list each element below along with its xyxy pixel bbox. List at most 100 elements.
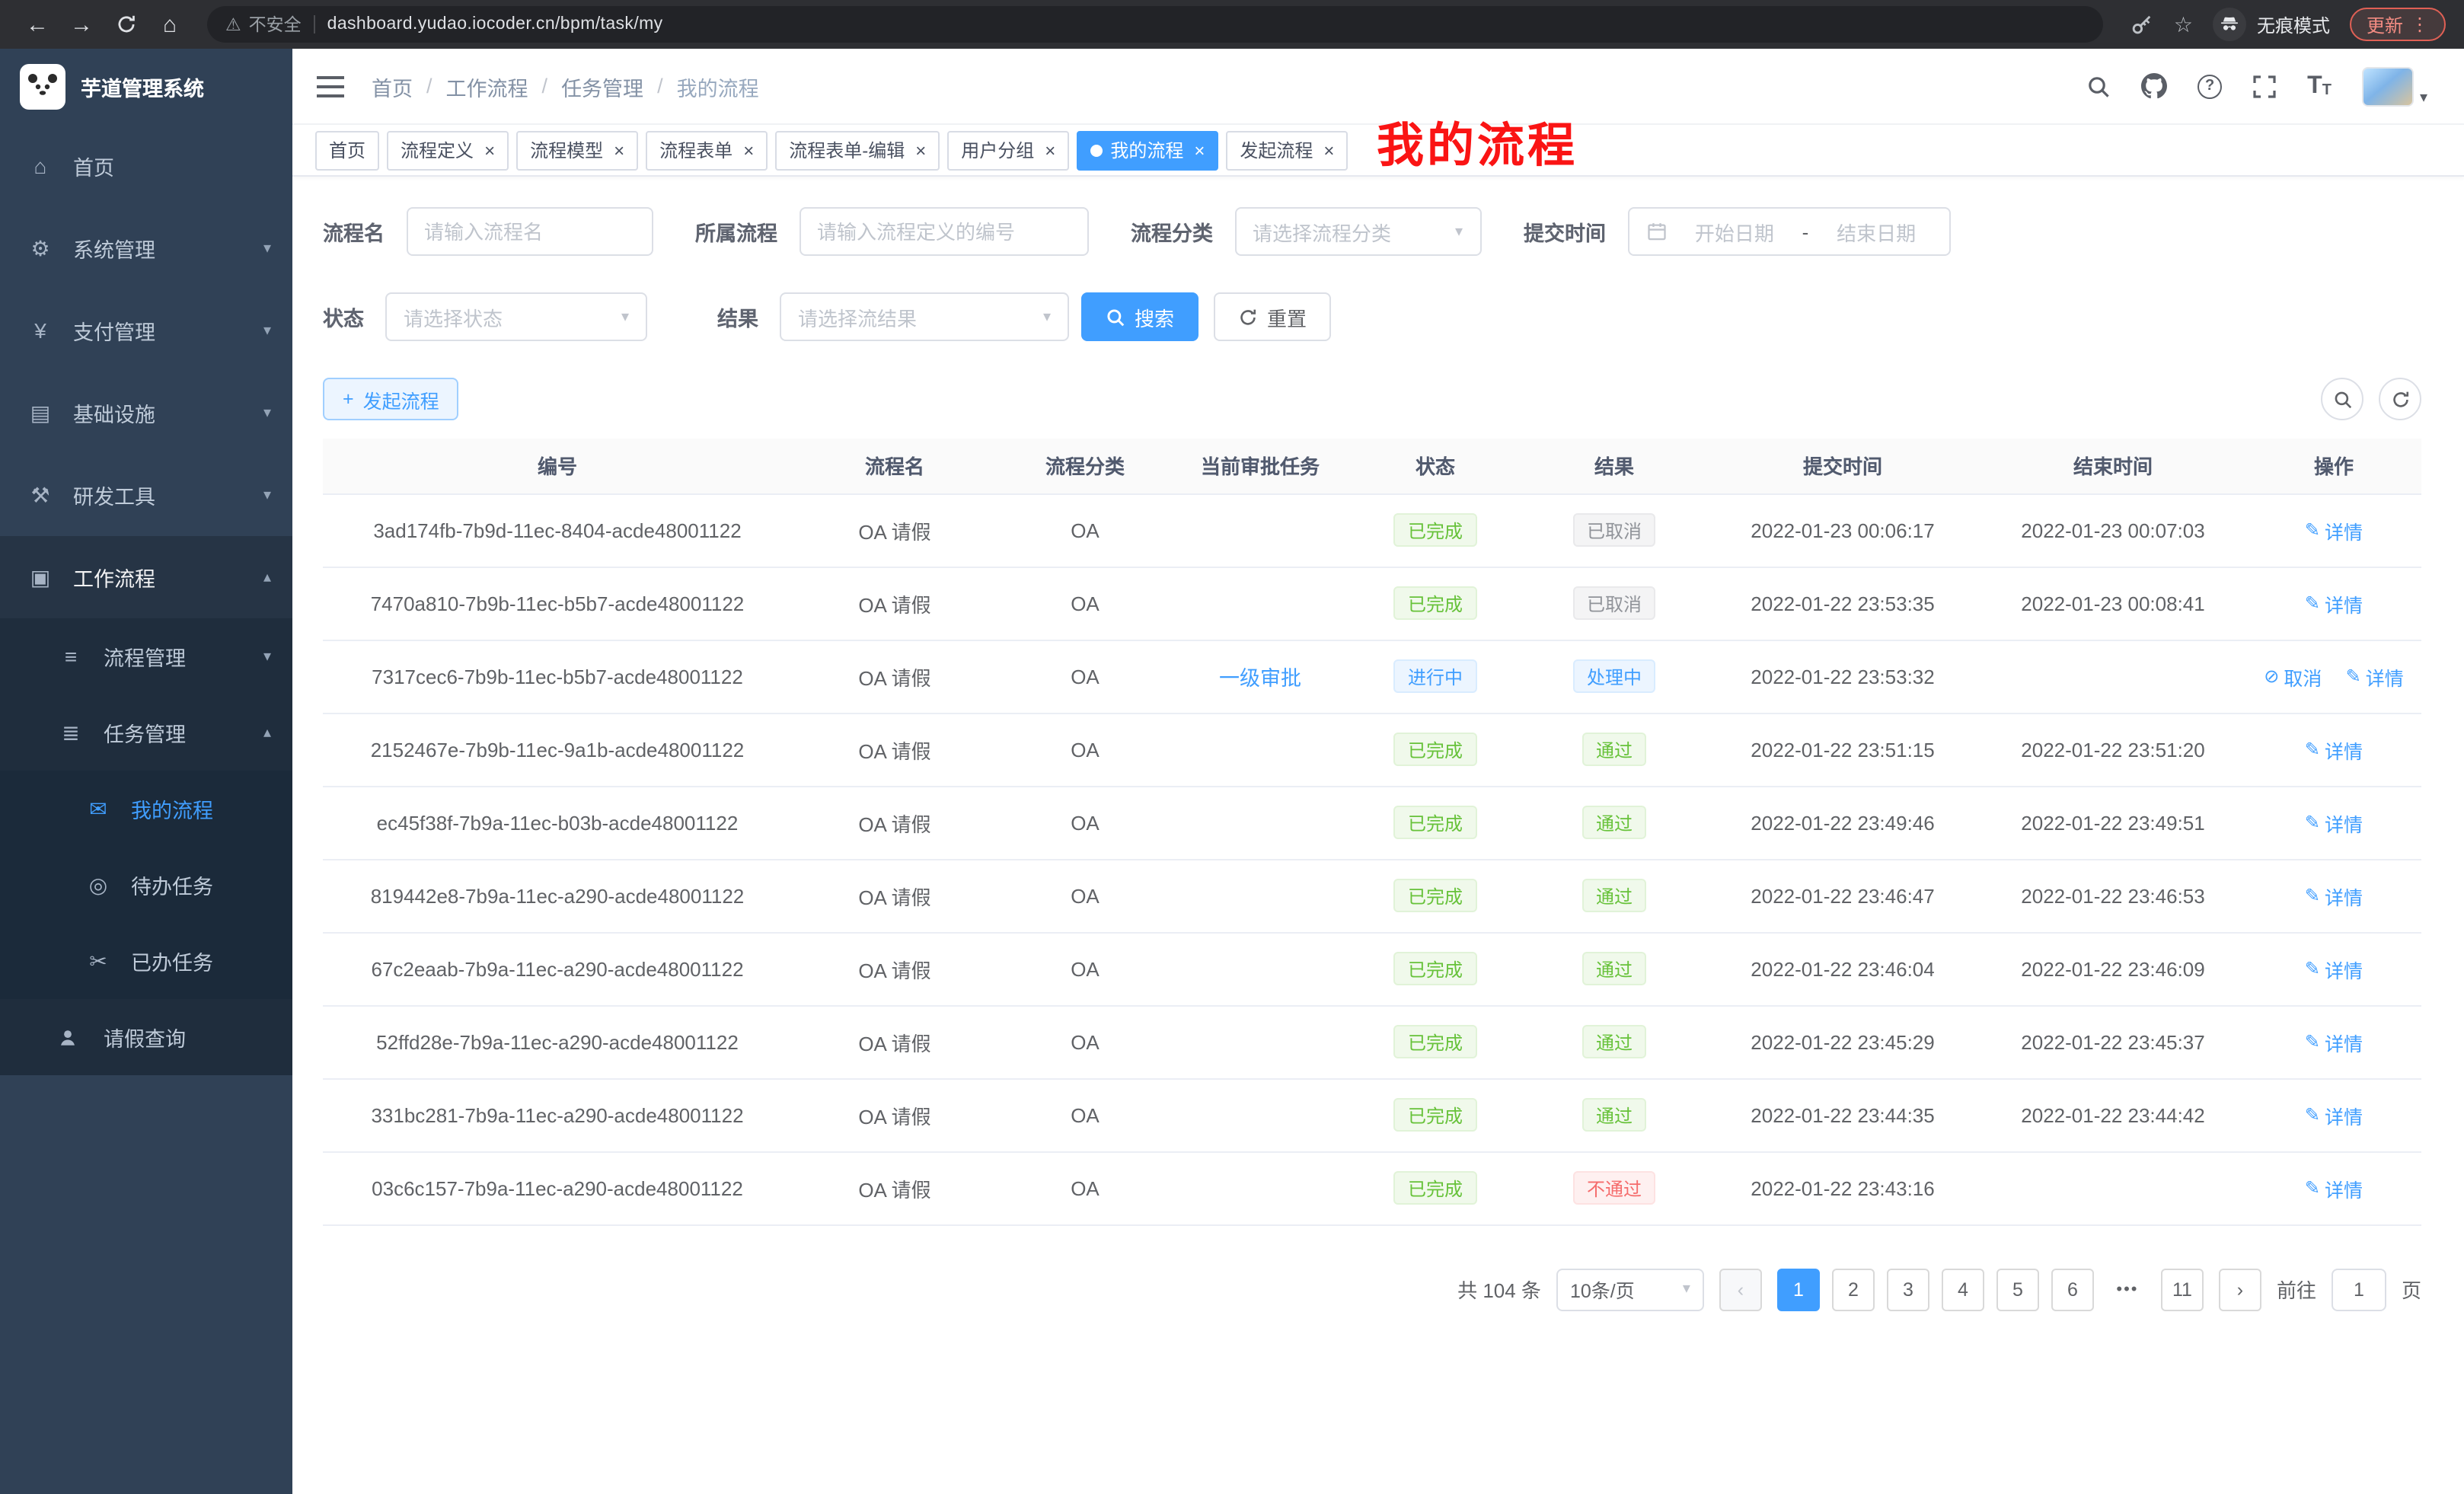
refresh-table-button[interactable]	[2379, 378, 2421, 420]
incognito-label: 无痕模式	[2257, 11, 2330, 37]
status-tag: 已完成	[1394, 1171, 1476, 1205]
det​ail-link[interactable]: ✎ 详情	[2305, 589, 2363, 618]
browser-back-button[interactable]: ←	[18, 5, 56, 43]
status-tag: 已完成	[1394, 1025, 1476, 1058]
sidebar-item-devtools[interactable]: ⚒ 研发工具 ▾	[0, 454, 292, 536]
browser-reload-button[interactable]	[107, 5, 145, 43]
sidebar-item-my-process[interactable]: ✉ 我的流程	[0, 771, 292, 847]
tab-close-icon[interactable]: ×	[614, 141, 624, 159]
logo-panda-icon	[20, 64, 65, 110]
page-number-button[interactable]: 2	[1832, 1268, 1875, 1310]
view-tab[interactable]: 用户分组 ×	[947, 130, 1069, 170]
view-tab[interactable]: 发起流程 ×	[1226, 130, 1348, 170]
browser-update-button[interactable]: 更新 ⋮	[2350, 8, 2446, 41]
page-size-select[interactable]: 10条/页 ▾	[1556, 1268, 1704, 1310]
breadcrumb-item[interactable]: 首页	[372, 71, 413, 101]
password-key-icon[interactable]	[2131, 13, 2154, 36]
process-name-input[interactable]	[424, 220, 634, 243]
sidebar-collapse-icon[interactable]	[317, 75, 344, 97]
cell-id: 7317cec6-7b9b-11ec-b5b7-acde48001122	[323, 640, 792, 713]
next-page-button[interactable]: ›	[2219, 1268, 2261, 1310]
sidebar-item-payment[interactable]: ¥ 支付管理 ▾	[0, 289, 292, 372]
result-tag: 通过	[1582, 952, 1646, 985]
view-tab[interactable]: 流程模型 ×	[516, 130, 638, 170]
tab-close-icon[interactable]: ×	[1045, 141, 1055, 159]
annotation-overlay-title: 我的流程	[1377, 107, 1578, 175]
sidebar-item-system[interactable]: ⚙ 系统管理 ▾	[0, 207, 292, 289]
browser-forward-button[interactable]: →	[62, 5, 101, 43]
view-tab[interactable]: 流程表单-编辑 ×	[775, 130, 940, 170]
sidebar-item-home[interactable]: ⌂ 首页	[0, 125, 292, 207]
search-icon[interactable]	[2086, 74, 2111, 98]
page-number-button[interactable]: 1	[1777, 1268, 1820, 1310]
search-button[interactable]: 搜索	[1081, 292, 1198, 341]
process-def-input[interactable]	[817, 220, 1070, 243]
filter-label-result: 结果	[717, 302, 758, 332]
browser-home-button[interactable]: ⌂	[151, 5, 189, 43]
tab-close-icon[interactable]: ×	[1194, 141, 1205, 159]
tab-close-icon[interactable]: ×	[915, 141, 926, 159]
font-size-icon[interactable]: TT	[2307, 74, 2332, 98]
user-avatar-menu[interactable]: ▾	[2362, 66, 2427, 106]
result-tag: 通过	[1582, 733, 1646, 766]
view-tab[interactable]: 我的流程 ×	[1077, 130, 1218, 170]
submit-time-range-picker[interactable]: 开始日期 - 结束日期	[1627, 207, 1950, 256]
result-tag: 处理中	[1573, 659, 1655, 693]
filter-label-category: 流程分类	[1131, 216, 1213, 247]
page-number-button[interactable]: •••	[2106, 1268, 2149, 1310]
address-bar[interactable]: ⚠ 不安全 dashboard.yudao.iocoder.cn/bpm/tas…	[207, 6, 2104, 43]
det​ail-link[interactable]: ✎ 详情	[2305, 1173, 2363, 1202]
breadcrumb-item[interactable]: 工作流程	[446, 71, 528, 101]
fullscreen-icon[interactable]	[2252, 74, 2277, 98]
cell-task	[1173, 1005, 1348, 1078]
sidebar-item-done-tasks[interactable]: ✂ 已办任务	[0, 923, 292, 999]
det​ail-link[interactable]: ✎ 详情	[2305, 954, 2363, 983]
cancel-link[interactable]: ⊘ 取消	[2264, 662, 2322, 691]
reset-button[interactable]: 重置	[1214, 292, 1331, 341]
category-select[interactable]: 请选择流程分类 ▾	[1234, 207, 1481, 256]
det​ail-link[interactable]: ✎ 详情	[2305, 516, 2363, 544]
sidebar-item-todo-tasks[interactable]: ◎ 待办任务	[0, 847, 292, 923]
view-tab[interactable]: 首页	[315, 130, 379, 170]
cell-task	[1173, 1078, 1348, 1151]
cell-submit: 2022-01-22 23:46:47	[1706, 859, 1980, 932]
github-icon[interactable]	[2141, 73, 2167, 99]
sidebar-item-leave-query[interactable]: 请假查询	[0, 999, 292, 1075]
task-link[interactable]: 一级审批	[1219, 661, 1301, 691]
status-select[interactable]: 请选择状态 ▾	[385, 292, 647, 341]
page-number-button[interactable]: 6	[2051, 1268, 2094, 1310]
det​ail-link[interactable]: ✎ 详情	[2305, 735, 2363, 764]
cell-name: OA 请假	[792, 567, 997, 640]
breadcrumb-item[interactable]: 任务管理	[561, 71, 643, 101]
avatar[interactable]	[2362, 66, 2414, 106]
sidebar-item-infrastructure[interactable]: ▤ 基础设施 ▾	[0, 372, 292, 454]
sidebar-item-workflow[interactable]: ▣ 工作流程 ▴	[0, 536, 292, 618]
result-select[interactable]: 请选择流结果 ▾	[780, 292, 1069, 341]
page-number-button[interactable]: 4	[1942, 1268, 1984, 1310]
det​ail-link[interactable]: ✎ 详情	[2305, 1027, 2363, 1056]
tab-close-icon[interactable]: ×	[743, 141, 754, 159]
page-number-button[interactable]: 5	[1996, 1268, 2039, 1310]
page-number-button[interactable]: 11	[2161, 1268, 2204, 1310]
view-tab[interactable]: 流程表单 ×	[646, 130, 768, 170]
det​ail-link[interactable]: ✎ 详情	[2305, 881, 2363, 910]
bookmark-star-icon[interactable]: ☆	[2174, 11, 2193, 37]
browser-menu-dots-icon[interactable]: ⋮	[2411, 14, 2429, 35]
help-icon[interactable]: ?	[2197, 74, 2222, 98]
tab-close-icon[interactable]: ×	[1323, 141, 1334, 159]
goto-page-input[interactable]	[2332, 1268, 2386, 1310]
prev-page-button[interactable]: ‹	[1719, 1268, 1762, 1310]
reset-button-label: 重置	[1267, 302, 1307, 331]
security-chip[interactable]: ⚠ 不安全	[225, 12, 302, 37]
tab-close-icon[interactable]: ×	[484, 141, 495, 159]
sidebar-item-task-management[interactable]: ≣ 任务管理 ▴	[0, 694, 292, 771]
view-tab[interactable]: 流程定义 ×	[387, 130, 509, 170]
sidebar-item-process-management[interactable]: ≡ 流程管理 ▾	[0, 618, 292, 694]
toggle-search-button[interactable]	[2321, 378, 2363, 420]
det​ail-link[interactable]: ✎ 详情	[2305, 808, 2363, 837]
chat-icon: ✉	[85, 796, 111, 822]
det​ail-link[interactable]: ✎ 详情	[2346, 662, 2404, 691]
create-process-button[interactable]: + 发起流程	[323, 378, 459, 420]
page-number-button[interactable]: 3	[1887, 1268, 1929, 1310]
det​ail-link[interactable]: ✎ 详情	[2305, 1100, 2363, 1129]
